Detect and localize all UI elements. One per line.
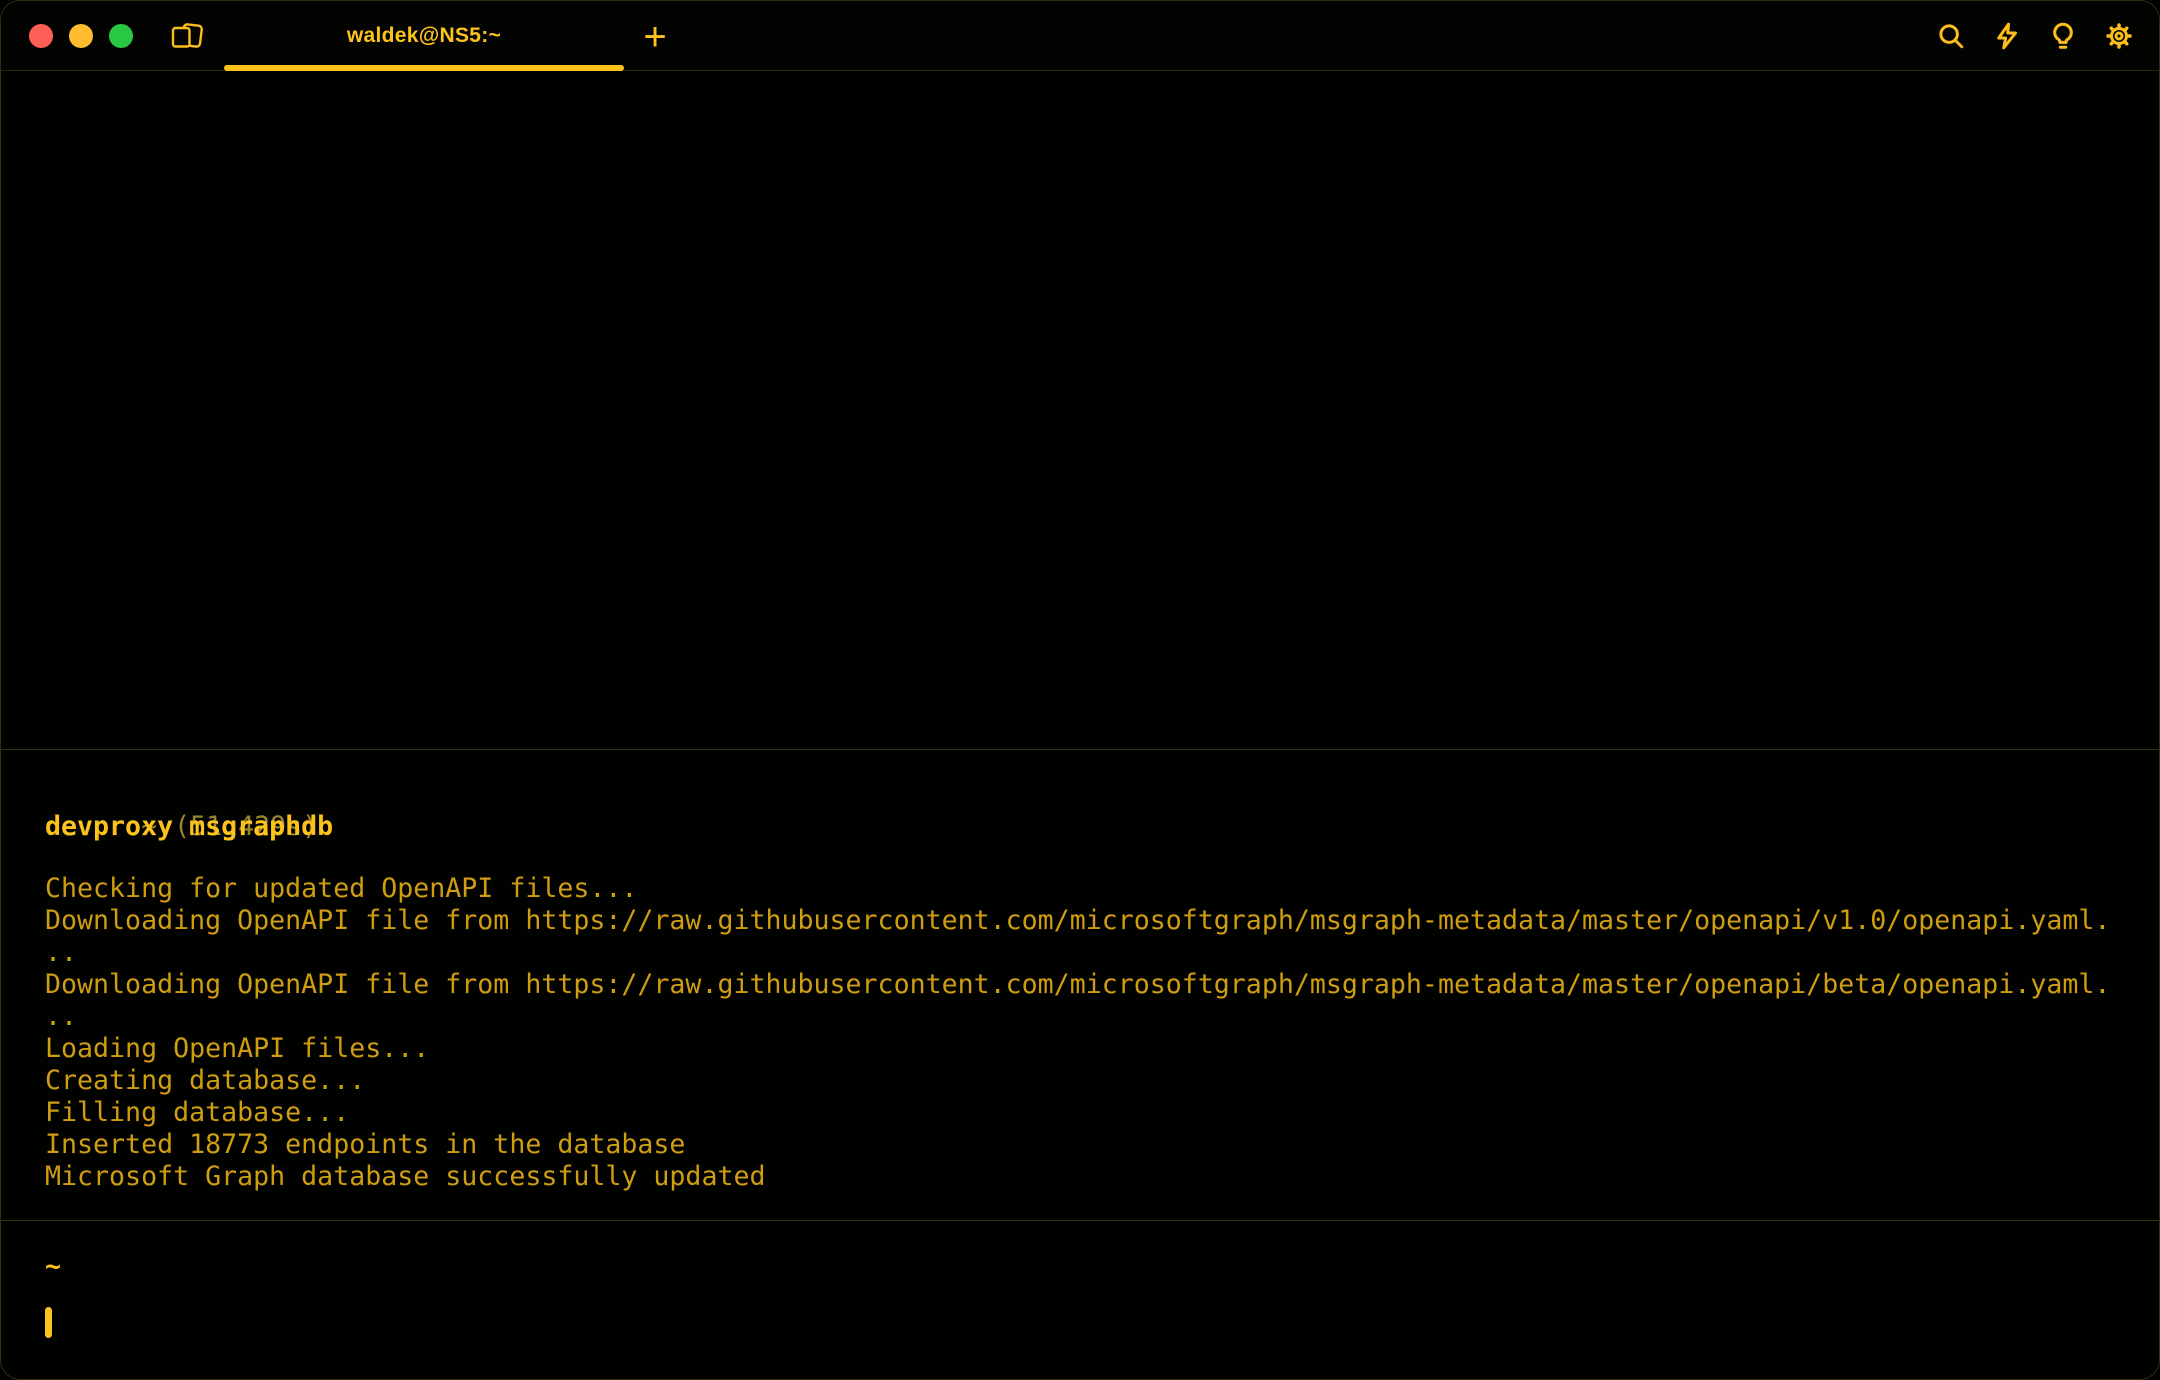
zoom-button[interactable] xyxy=(109,24,133,48)
tab-bar: waldek@NS5:~ + xyxy=(1,1,2159,71)
active-tab-indicator xyxy=(224,65,624,71)
traffic-lights xyxy=(29,24,133,48)
close-button[interactable] xyxy=(29,24,53,48)
output-line: Loading OpenAPI files... xyxy=(45,1033,2151,1065)
suggestions-button[interactable] xyxy=(2045,18,2081,54)
output-line: Inserted 18773 endpoints in the database xyxy=(45,1129,2151,1161)
header-actions xyxy=(1933,18,2137,54)
prompt-path: ~ xyxy=(45,1251,61,1283)
block-separator xyxy=(1,1220,2159,1221)
output-line: Downloading OpenAPI file from https://ra… xyxy=(45,905,2151,937)
settings-button[interactable] xyxy=(2101,18,2137,54)
text-cursor xyxy=(45,1307,52,1338)
terminal-window: waldek@NS5:~ + xyxy=(0,0,2160,1380)
command-text: devproxy msgraphdb xyxy=(45,811,333,843)
tab-waldek-ns5[interactable]: waldek@NS5:~ xyxy=(224,1,624,71)
gear-icon xyxy=(2104,21,2134,51)
output-line: Downloading OpenAPI file from https://ra… xyxy=(45,969,2151,1001)
output-line: Microsoft Graph database successfully up… xyxy=(45,1161,2151,1193)
search-icon xyxy=(1936,21,1966,51)
new-tab-button[interactable]: + xyxy=(629,11,681,63)
block-separator xyxy=(1,749,2159,750)
tab-title: waldek@NS5:~ xyxy=(347,24,501,48)
minimize-button[interactable] xyxy=(69,24,93,48)
pages-icon xyxy=(167,20,207,54)
output-line: Creating database... xyxy=(45,1065,2151,1097)
ai-command-button[interactable] xyxy=(1989,18,2025,54)
command-output: Checking for updated OpenAPI files...Dow… xyxy=(45,873,2151,1193)
lightbulb-icon xyxy=(2048,21,2078,51)
lightning-icon xyxy=(1992,21,2022,51)
pages-button[interactable] xyxy=(165,15,209,59)
output-line: .. xyxy=(45,1001,2151,1033)
output-line: Checking for updated OpenAPI files... xyxy=(45,873,2151,905)
output-line: .. xyxy=(45,937,2151,969)
output-line: Filling database... xyxy=(45,1097,2151,1129)
search-button[interactable] xyxy=(1933,18,1969,54)
